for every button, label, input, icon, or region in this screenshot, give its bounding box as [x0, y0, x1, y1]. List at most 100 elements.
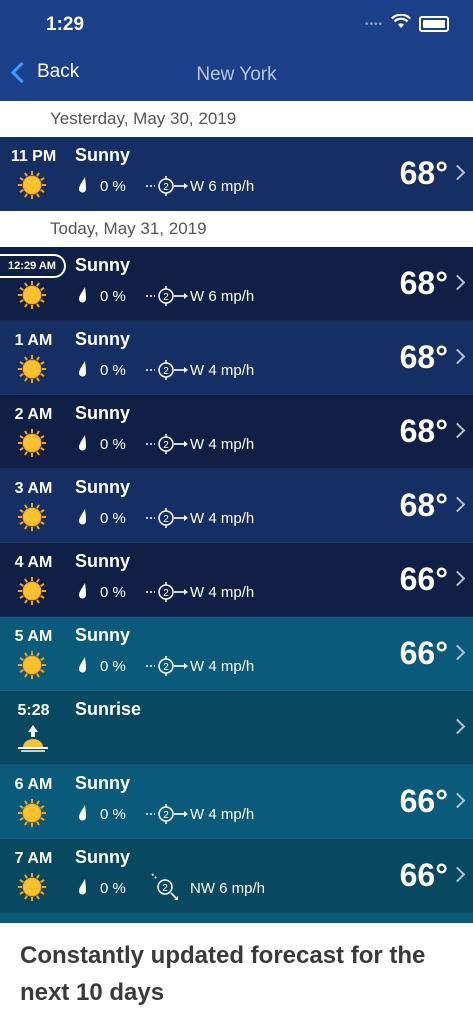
wind-value: W 4 mp/h: [190, 658, 255, 675]
forecast-row[interactable]: 5:28 Sunrise: [0, 691, 473, 765]
wind-value: W 4 mp/h: [190, 584, 255, 601]
svg-text:2: 2: [163, 662, 169, 673]
precipitation-value: 0 %: [100, 178, 126, 195]
forecast-row[interactable]: 4 AM Sunny 0 % 2 W 4 mp/h 66°: [0, 543, 473, 617]
status-icons: ••••: [364, 13, 449, 34]
svg-text:2: 2: [163, 440, 169, 451]
row-time: 11 PM: [10, 148, 57, 165]
row-time: 2 AM: [14, 406, 53, 423]
temperature: 68°: [399, 265, 448, 301]
temperature: 66°: [399, 561, 448, 597]
row-condition: Sunny: [75, 551, 131, 571]
temperature: 66°: [399, 635, 448, 671]
precipitation-value: 0 %: [100, 362, 126, 379]
precipitation-value: 0 %: [100, 510, 126, 527]
row-condition: Sunny: [75, 329, 131, 349]
temperature: 68°: [399, 487, 448, 523]
svg-text:2: 2: [163, 292, 169, 303]
wind-value: NW 6 mp/h: [190, 880, 266, 897]
sun-icon: [17, 576, 47, 606]
raindrop-icon: [78, 361, 87, 377]
precipitation-value: 0 %: [100, 806, 126, 823]
battery-icon: [419, 16, 449, 32]
forecast-row[interactable]: 2 AM Sunny 0 % 2 W 4 mp/h 68°: [0, 395, 473, 469]
precipitation-value: 0 %: [100, 584, 126, 601]
forecast-row[interactable]: 11 PM Sunny 0 % 2 W 6 mp/h 68°: [0, 137, 473, 211]
forecast-row[interactable]: 5 AM Sunny 0 % 2 W 4 mp/h 66°: [0, 617, 473, 691]
forecast-list[interactable]: Yesterday, May 30, 2019 11 PM Sunny 0 % 2 W 6…: [0, 101, 473, 923]
precipitation-value: 0 %: [100, 880, 126, 897]
chevron-right-icon: [449, 164, 466, 181]
row-condition: Sunny: [75, 145, 131, 165]
row-condition: Sunny: [75, 773, 131, 793]
forecast-row[interactable]: 1 AM Sunny 0 % 2 W 4 mp/h 68°: [0, 321, 473, 395]
svg-text:2: 2: [163, 182, 169, 193]
sun-icon: [17, 798, 47, 828]
promo-caption: Constantly updated forecast for the next…: [0, 923, 473, 1024]
raindrop-icon: [78, 509, 87, 525]
wind-value: W 6 mp/h: [190, 178, 255, 195]
sun-icon: [17, 502, 47, 532]
wind-direction-icon: 2: [146, 433, 188, 455]
svg-text:2: 2: [163, 366, 169, 377]
precipitation-value: 0 %: [100, 658, 126, 675]
forecast-row[interactable]: 12:29 AM Sunny 0 % 2 W 6 mp/h 68°: [0, 247, 473, 321]
chevron-right-icon: [449, 866, 466, 883]
row-time: 5:28: [17, 702, 50, 719]
forecast-row[interactable]: 8 AMSunny: [0, 913, 473, 923]
wind-direction-icon: 2: [146, 359, 188, 381]
wind-direction-icon: 2: [146, 285, 188, 307]
svg-text:2: 2: [163, 588, 169, 599]
raindrop-icon: [78, 879, 87, 895]
svg-text:2: 2: [163, 514, 169, 525]
wifi-icon: [391, 13, 411, 34]
row-time: 7 AM: [14, 850, 53, 867]
chevron-right-icon: [449, 274, 466, 291]
raindrop-icon: [78, 583, 87, 599]
wind-direction-icon: 2: [146, 803, 188, 825]
sun-icon: [17, 354, 47, 384]
wind-direction-icon: 2: [146, 175, 188, 197]
chevron-right-icon: [449, 422, 466, 439]
sun-icon: [17, 872, 47, 902]
date-header: Today, May 31, 2019: [0, 211, 473, 247]
chevron-right-icon: [449, 718, 466, 735]
temperature: 68°: [399, 155, 448, 191]
raindrop-icon: [78, 435, 87, 451]
row-condition: Sunny: [75, 255, 131, 275]
wind-value: W 6 mp/h: [190, 288, 255, 305]
wind-direction-icon: 2: [146, 581, 188, 603]
row-time: 3 AM: [14, 480, 53, 497]
wind-value: W 4 mp/h: [190, 806, 255, 823]
sun-icon: [17, 280, 47, 310]
raindrop-icon: [78, 177, 87, 193]
row-time: 12:29 AM: [0, 254, 66, 278]
temperature: 68°: [399, 339, 448, 375]
cellular-signal-icon: ••••: [364, 18, 383, 30]
sun-icon: [17, 650, 47, 680]
svg-text:2: 2: [162, 883, 168, 894]
date-header: Yesterday, May 30, 2019: [0, 101, 473, 137]
svg-text:2: 2: [163, 810, 169, 821]
navigation-bar: 1:29 •••• Back New York: [0, 0, 473, 101]
raindrop-icon: [78, 805, 87, 821]
page-title: New York: [196, 64, 277, 85]
row-time: 1 AM: [14, 332, 53, 349]
row-time: 5 AM: [14, 628, 53, 645]
forecast-row[interactable]: 7 AM Sunny 0 % 2 NW 6 mp/h 66°: [0, 839, 473, 913]
wind-value: W 4 mp/h: [190, 510, 255, 527]
forecast-row[interactable]: 6 AM Sunny 0 % 2 W 4 mp/h 66°: [0, 765, 473, 839]
temperature: 66°: [399, 857, 448, 893]
row-condition: Sunrise: [75, 699, 142, 719]
wind-direction-icon: 2: [146, 872, 188, 902]
chevron-right-icon: [449, 496, 466, 513]
forecast-row[interactable]: 3 AM Sunny 0 % 2 W 4 mp/h 68°: [0, 469, 473, 543]
wind-direction-icon: 2: [146, 655, 188, 677]
raindrop-icon: [78, 657, 87, 673]
chevron-right-icon: [449, 348, 466, 365]
precipitation-value: 0 %: [100, 436, 126, 453]
row-time: 4 AM: [14, 554, 53, 571]
row-condition: Sunny: [75, 403, 131, 423]
chevron-right-icon: [449, 792, 466, 809]
raindrop-icon: [78, 287, 87, 303]
